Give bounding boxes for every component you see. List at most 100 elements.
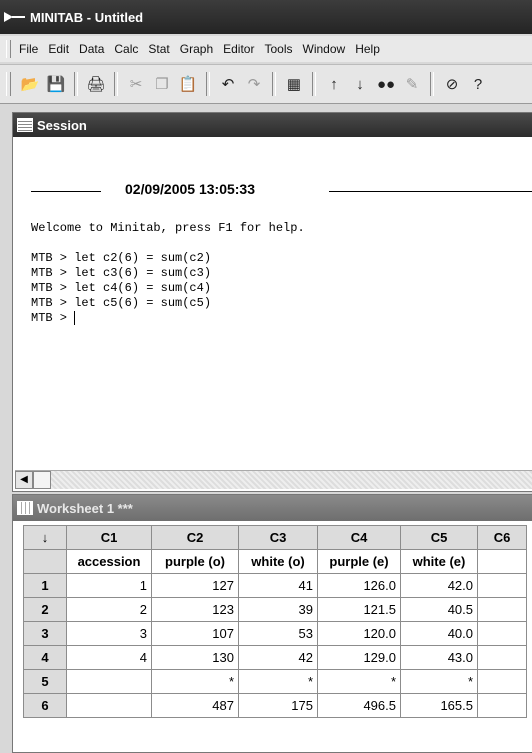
data-cell[interactable]: [477, 621, 527, 646]
menu-tools[interactable]: Tools: [264, 42, 292, 56]
data-cell[interactable]: 126.0: [317, 573, 401, 598]
session-window-icon[interactable]: ▦: [283, 73, 305, 95]
cut-icon[interactable]: ✂: [125, 73, 147, 95]
data-cell[interactable]: 120.0: [317, 621, 401, 646]
cancel-icon[interactable]: ⊘: [441, 73, 463, 95]
column-header-row: ↓ C1 C2 C3 C4 C5 C6: [23, 525, 527, 550]
data-cell[interactable]: [477, 573, 527, 598]
data-cell[interactable]: [477, 597, 527, 622]
data-cell[interactable]: 130: [151, 645, 239, 670]
data-cell[interactable]: *: [151, 669, 239, 694]
up-arrow-icon[interactable]: ↑: [323, 73, 345, 95]
session-output[interactable]: 02/09/2005 13:05:33 Welcome to Minitab, …: [17, 139, 532, 467]
menu-calc[interactable]: Calc: [114, 42, 138, 56]
column-header[interactable]: C3: [238, 525, 318, 550]
find-icon[interactable]: ●●: [375, 73, 397, 95]
menu-editor[interactable]: Editor: [223, 42, 254, 56]
data-cell[interactable]: 175: [238, 693, 318, 718]
command-prompt-line[interactable]: MTB >: [31, 311, 76, 325]
banner-rule-left: [31, 191, 101, 192]
banner-rule-right: [329, 191, 532, 192]
help-icon[interactable]: ?: [467, 73, 489, 95]
data-cell[interactable]: 41: [238, 573, 318, 598]
data-cell[interactable]: 53: [238, 621, 318, 646]
data-cell[interactable]: 3: [66, 621, 152, 646]
open-icon[interactable]: 📂: [19, 73, 41, 95]
menu-grip: [6, 40, 11, 58]
row-header[interactable]: 2: [23, 597, 67, 622]
row-header[interactable]: 1: [23, 573, 67, 598]
scroll-thumb[interactable]: [33, 471, 51, 489]
worksheet-title: Worksheet 1 ***: [37, 500, 133, 516]
data-cell[interactable]: 1: [66, 573, 152, 598]
paste-icon[interactable]: 📋: [177, 73, 199, 95]
data-cell[interactable]: [66, 669, 152, 694]
data-cell[interactable]: 121.5: [317, 597, 401, 622]
row-header[interactable]: 3: [23, 621, 67, 646]
row-header[interactable]: 4: [23, 645, 67, 670]
column-name-cell[interactable]: white (e): [400, 549, 478, 574]
data-cell[interactable]: 496.5: [317, 693, 401, 718]
menu-data[interactable]: Data: [79, 42, 104, 56]
data-direction-arrow-icon[interactable]: ↓: [23, 525, 67, 550]
timestamp-banner: 02/09/2005 13:05:33: [31, 181, 532, 201]
row-header[interactable]: 5: [23, 669, 67, 694]
data-cell[interactable]: 39: [238, 597, 318, 622]
worksheet-window: Worksheet 1 *** ↓ C1 C2 C3 C4 C5 C6 acce…: [12, 494, 532, 753]
data-cell[interactable]: 40.0: [400, 621, 478, 646]
menu-edit[interactable]: Edit: [48, 42, 69, 56]
data-cell[interactable]: *: [400, 669, 478, 694]
column-header[interactable]: C6: [477, 525, 527, 550]
menu-file[interactable]: File: [19, 42, 38, 56]
toolbar-separator: [272, 72, 276, 96]
table-row: 3 3 107 53 120.0 40.0: [23, 621, 527, 646]
column-header[interactable]: C4: [317, 525, 401, 550]
row-header[interactable]: 6: [23, 693, 67, 718]
data-cell[interactable]: [477, 693, 527, 718]
data-cell[interactable]: [477, 669, 527, 694]
toolbar-separator: [206, 72, 210, 96]
toolbar: 📂 💾 🖨 ✂ ❐ 📋 ↶ ↷ ▦ ↑ ↓ ●● ✎ ⊘ ?: [0, 64, 532, 104]
column-name-cell[interactable]: purple (o): [151, 549, 239, 574]
data-cell[interactable]: 40.5: [400, 597, 478, 622]
data-cell[interactable]: 127: [151, 573, 239, 598]
worksheet-title-bar: Worksheet 1 ***: [13, 495, 532, 521]
data-cell[interactable]: [477, 645, 527, 670]
redo-icon[interactable]: ↷: [243, 73, 265, 95]
data-cell[interactable]: 2: [66, 597, 152, 622]
data-cell[interactable]: 165.5: [400, 693, 478, 718]
save-icon[interactable]: 💾: [45, 73, 67, 95]
data-cell[interactable]: 487: [151, 693, 239, 718]
data-cell[interactable]: 4: [66, 645, 152, 670]
data-cell[interactable]: 129.0: [317, 645, 401, 670]
column-header[interactable]: C1: [66, 525, 152, 550]
print-icon[interactable]: 🖨: [85, 73, 107, 95]
table-row: 5 * * * *: [23, 669, 527, 694]
data-cell[interactable]: 123: [151, 597, 239, 622]
column-header[interactable]: C5: [400, 525, 478, 550]
scroll-left-icon[interactable]: ◀: [15, 471, 33, 489]
data-cell[interactable]: 42: [238, 645, 318, 670]
data-cell[interactable]: 42.0: [400, 573, 478, 598]
column-name-cell[interactable]: [477, 549, 527, 574]
undo-icon[interactable]: ↶: [217, 73, 239, 95]
down-arrow-icon[interactable]: ↓: [349, 73, 371, 95]
column-header[interactable]: C2: [151, 525, 239, 550]
menu-graph[interactable]: Graph: [180, 42, 213, 56]
data-cell[interactable]: [66, 693, 152, 718]
column-name-cell[interactable]: accession: [66, 549, 152, 574]
table-row: 2 2 123 39 121.5 40.5: [23, 597, 527, 622]
data-cell[interactable]: 43.0: [400, 645, 478, 670]
copy-icon[interactable]: ❐: [151, 73, 173, 95]
menu-stat[interactable]: Stat: [148, 42, 169, 56]
data-cell[interactable]: *: [317, 669, 401, 694]
column-name-cell[interactable]: white (o): [238, 549, 318, 574]
horizontal-scrollbar[interactable]: ◀: [15, 470, 532, 489]
window-title: MINITAB - Untitled: [30, 9, 144, 25]
menu-help[interactable]: Help: [355, 42, 380, 56]
data-cell[interactable]: *: [238, 669, 318, 694]
data-cell[interactable]: 107: [151, 621, 239, 646]
replace-icon[interactable]: ✎: [401, 73, 423, 95]
column-name-cell[interactable]: purple (e): [317, 549, 401, 574]
menu-window[interactable]: Window: [303, 42, 346, 56]
